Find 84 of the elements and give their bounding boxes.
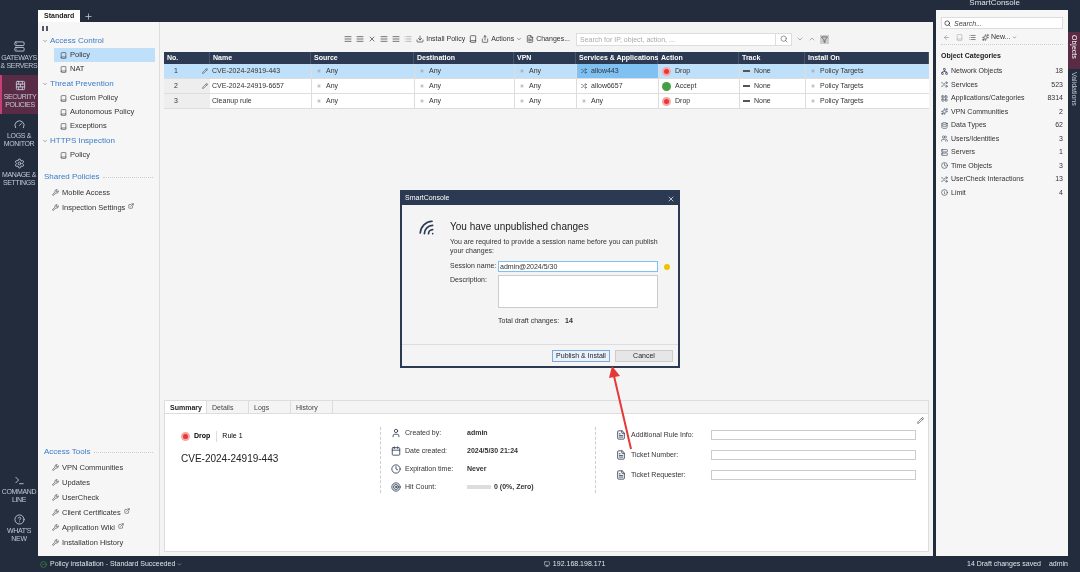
any-icon (316, 68, 322, 74)
wrench-icon (52, 509, 59, 516)
delete-icon[interactable] (368, 35, 377, 43)
success-icon (40, 560, 47, 568)
target-icon (391, 482, 401, 492)
previous-icon[interactable] (808, 35, 816, 43)
any-icon (419, 98, 425, 104)
grid-icon (941, 94, 948, 102)
any-icon (810, 98, 816, 104)
arrows-icon (941, 81, 948, 89)
terminal-icon (13, 475, 25, 486)
monitor-icon (543, 561, 550, 567)
section-title: Shared Policies (44, 171, 100, 183)
any-icon (519, 68, 525, 74)
sparkle-icon (982, 34, 989, 41)
search-icon (779, 35, 788, 43)
wrench-icon (52, 494, 59, 501)
users-icon (941, 135, 948, 143)
download-icon (416, 35, 425, 43)
brick-wall-icon (14, 80, 26, 91)
network-icon (941, 67, 948, 75)
collapse-panel-icon[interactable] (42, 26, 48, 31)
collapse-icon[interactable] (42, 81, 48, 87)
close-icon[interactable] (667, 194, 675, 203)
collapse-icon[interactable] (42, 138, 48, 144)
description-field[interactable] (498, 275, 658, 308)
any-icon (316, 98, 322, 104)
wrench-icon (52, 524, 59, 531)
app-name: SmartConsole (969, 0, 1020, 7)
any-icon (419, 83, 425, 89)
wrench-icon (52, 479, 59, 486)
input-field[interactable] (711, 450, 916, 460)
database-icon (941, 121, 948, 129)
wrench-icon (52, 204, 59, 211)
gauge-icon (13, 119, 25, 130)
search-icon-button[interactable] (776, 32, 792, 46)
arrows-icon (941, 175, 948, 183)
any-icon (419, 68, 425, 74)
clock-icon (941, 162, 948, 170)
any-icon (519, 83, 525, 89)
note-icon (616, 430, 626, 440)
filter-icon[interactable] (820, 34, 829, 44)
wrench-icon (52, 189, 59, 196)
book-icon[interactable] (469, 35, 478, 43)
wrench-icon (52, 539, 59, 546)
help-icon (13, 514, 25, 525)
tree-section-title[interactable]: HTTPS Inspection (50, 135, 115, 147)
share-icon (481, 35, 490, 43)
input-field[interactable] (711, 470, 916, 480)
next-icon[interactable] (796, 35, 804, 43)
caret-icon (1012, 35, 1018, 40)
hint-icon (664, 263, 670, 270)
file-icon (526, 35, 535, 43)
any-icon (316, 83, 322, 89)
wrench-icon (52, 464, 59, 471)
server-icon (13, 41, 25, 52)
add-tab-icon[interactable] (84, 12, 94, 21)
edit-icon[interactable] (917, 417, 924, 424)
search-icon (944, 19, 951, 27)
list-icon[interactable] (404, 35, 413, 43)
list-icon[interactable] (969, 34, 976, 41)
note-icon (616, 470, 626, 480)
sparkle-icon (941, 108, 948, 116)
info-icon (941, 189, 948, 197)
caret-icon[interactable] (177, 561, 183, 567)
calendar-icon (391, 446, 401, 456)
server-icon (941, 148, 948, 156)
any-icon (810, 68, 816, 74)
any-icon (519, 98, 525, 104)
settings-icon (13, 158, 25, 169)
tree-section-title[interactable]: Threat Prevention (50, 78, 114, 90)
caret-icon (516, 36, 523, 42)
note-icon (616, 450, 626, 460)
section-title: Access Tools (44, 446, 91, 458)
rule-name: CVE-2024-24919-443 (181, 451, 280, 466)
user-icon (391, 428, 401, 438)
back-icon[interactable] (943, 34, 950, 41)
input-field[interactable] (711, 430, 916, 440)
clock-icon (391, 464, 401, 474)
tree-section-title[interactable]: Access Control (50, 35, 104, 47)
dialog-heading: You have unpublished changes (450, 220, 590, 234)
book-icon (60, 151, 67, 159)
any-icon (810, 83, 816, 89)
collapse-icon[interactable] (42, 38, 48, 44)
